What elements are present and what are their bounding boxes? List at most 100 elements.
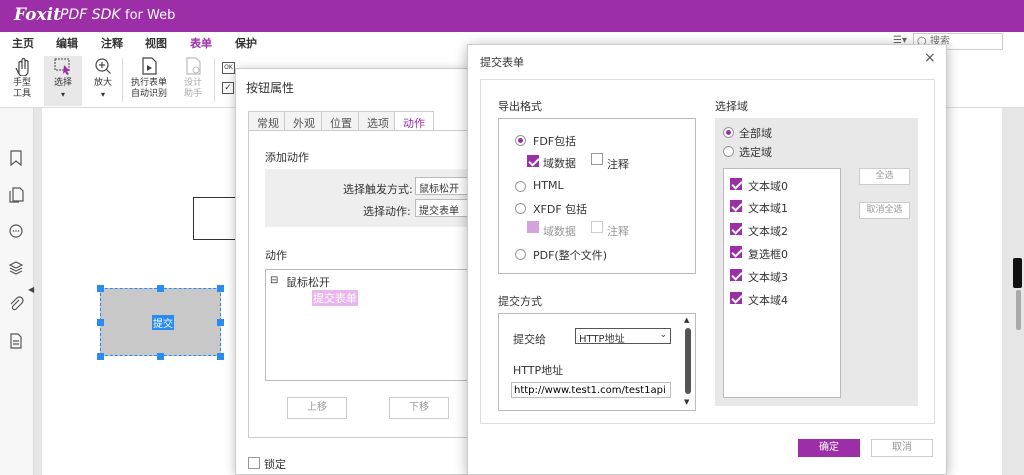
menu-home[interactable]: 主页 bbox=[12, 35, 34, 51]
run-form-recognition-button[interactable]: 执行表单 自动识别 bbox=[126, 56, 172, 106]
bookmark-icon[interactable] bbox=[8, 150, 24, 166]
scroll-down-icon[interactable]: ▼ bbox=[684, 398, 689, 406]
dialog-body: 导出格式 FDF包括 域数据 注释 HTML XFDF 包括 域数据 注释 PD… bbox=[480, 79, 935, 424]
trigger-label: 选择触发方式: bbox=[343, 183, 413, 196]
side-panel-toggle[interactable] bbox=[1013, 258, 1022, 288]
select-all-button[interactable]: 全选 bbox=[859, 168, 910, 185]
field-item-label: 文本域1 bbox=[748, 202, 788, 215]
selected-fields-label: 选定域 bbox=[739, 146, 772, 159]
zoom-in-icon bbox=[95, 58, 111, 74]
lock-checkbox[interactable] bbox=[248, 457, 260, 469]
submit-button-label: 提交 bbox=[152, 315, 174, 330]
add-action-heading: 添加动作 bbox=[265, 151, 309, 164]
design-assistant-button[interactable]: 设计 助手 bbox=[174, 56, 212, 106]
resize-handle[interactable] bbox=[97, 353, 104, 360]
submit-to-label: 提交给 bbox=[513, 333, 546, 346]
cancel-button[interactable]: 取消 bbox=[871, 439, 933, 457]
pdf-radio[interactable] bbox=[515, 249, 526, 260]
menu-annotate[interactable]: 注释 bbox=[101, 35, 123, 51]
select-fields-group: 全部域 选定域 文本域0 文本域1 文本域2 复选框0 文本域3 文本域4 全选… bbox=[715, 118, 918, 406]
collapse-icon[interactable]: ⊟ bbox=[270, 275, 278, 286]
resize-handle[interactable] bbox=[157, 285, 164, 292]
resize-handle[interactable] bbox=[217, 353, 224, 360]
action-label: 选择动作: bbox=[363, 205, 411, 218]
document-icon[interactable] bbox=[8, 333, 24, 349]
http-address-label: HTTP地址 bbox=[513, 364, 564, 377]
actions-heading: 动作 bbox=[265, 249, 287, 262]
tree-node-trigger[interactable]: 鼠标松开 bbox=[286, 274, 330, 290]
ok-button[interactable]: 确定 bbox=[798, 439, 860, 457]
fdf-label: FDF包括 bbox=[533, 135, 577, 148]
field-item-label: 文本域2 bbox=[748, 225, 788, 238]
comment-icon[interactable] bbox=[8, 223, 24, 239]
resize-handle[interactable] bbox=[97, 319, 104, 326]
xfdf-radio[interactable] bbox=[515, 203, 526, 214]
fdf-radio[interactable] bbox=[515, 135, 526, 146]
resize-handle[interactable] bbox=[217, 319, 224, 326]
checkbox-tool-icon[interactable]: ✓ bbox=[222, 82, 234, 94]
submit-to-select[interactable]: HTTP地址 ⌄ bbox=[575, 328, 671, 345]
hand-tool-button[interactable]: 手型 工具 bbox=[3, 56, 41, 106]
selected-fields-radio[interactable] bbox=[723, 146, 734, 157]
submit-button-field[interactable]: 提交 bbox=[100, 288, 221, 356]
tab-general[interactable]: 常规 bbox=[248, 111, 288, 131]
field-checkbox[interactable] bbox=[730, 178, 742, 190]
submit-method-heading: 提交方式 bbox=[498, 295, 542, 308]
resize-handle[interactable] bbox=[217, 285, 224, 292]
close-icon[interactable]: × bbox=[924, 50, 936, 66]
form-field-outline[interactable] bbox=[193, 197, 238, 240]
xfdf-comments-label: 注释 bbox=[607, 225, 629, 238]
all-fields-radio[interactable] bbox=[723, 127, 734, 138]
submit-form-dialog: 提交表单 × 导出格式 FDF包括 域数据 注释 HTML XFDF 包括 域数… bbox=[467, 44, 947, 475]
attachment-icon[interactable] bbox=[8, 296, 24, 312]
tab-options[interactable]: 选项 bbox=[358, 111, 398, 131]
tab-position[interactable]: 位置 bbox=[321, 111, 361, 131]
deselect-all-button[interactable]: 取消全选 bbox=[859, 202, 910, 219]
ok-button-tool-icon[interactable]: OK bbox=[222, 62, 235, 74]
field-item-label: 复选框0 bbox=[748, 248, 788, 261]
layers-icon[interactable] bbox=[8, 260, 24, 276]
toolbar-divider bbox=[214, 58, 215, 102]
menu-view[interactable]: 视图 bbox=[145, 35, 167, 51]
scroll-thumb[interactable] bbox=[685, 328, 691, 394]
fdf-comments-label: 注释 bbox=[607, 158, 629, 171]
field-item-label: 文本域0 bbox=[748, 180, 788, 193]
tab-appearance[interactable]: 外观 bbox=[284, 111, 324, 131]
select-tool-button[interactable]: 选择 ▾ bbox=[44, 56, 82, 106]
field-checkbox[interactable] bbox=[730, 200, 742, 212]
xfdf-label: XFDF 包括 bbox=[533, 203, 588, 216]
scroll-up-icon[interactable]: ▲ bbox=[684, 316, 689, 324]
move-down-button[interactable]: 下移 bbox=[389, 397, 449, 419]
field-checkbox[interactable] bbox=[730, 223, 742, 235]
move-up-button[interactable]: 上移 bbox=[287, 397, 347, 419]
page-scrollbar[interactable] bbox=[1016, 290, 1021, 330]
fdf-comments-checkbox[interactable] bbox=[591, 153, 603, 165]
submit-method-scrollbar[interactable]: ▲ ▼ bbox=[683, 316, 693, 408]
menu-protect[interactable]: 保护 bbox=[235, 35, 257, 51]
menu-edit[interactable]: 编辑 bbox=[56, 35, 78, 51]
xfdf-comments-checkbox[interactable] bbox=[591, 221, 603, 233]
pages-icon[interactable] bbox=[8, 187, 24, 203]
tree-node-action[interactable]: 提交表单 bbox=[312, 290, 358, 306]
fdf-field-data-checkbox[interactable] bbox=[527, 155, 539, 167]
zoom-tool-button[interactable]: 放大 ▾ bbox=[84, 56, 122, 106]
fdf-field-data-label: 域数据 bbox=[543, 157, 576, 170]
tab-actions[interactable]: 动作 bbox=[394, 111, 434, 131]
dialog-title: 提交表单 bbox=[480, 56, 524, 69]
field-item-label: 文本域4 bbox=[748, 294, 788, 307]
pdf-label: PDF(整个文件) bbox=[533, 249, 608, 262]
field-checkbox[interactable] bbox=[730, 269, 742, 281]
html-radio[interactable] bbox=[515, 181, 526, 192]
collapse-sidebar-icon[interactable]: ◀ bbox=[28, 285, 34, 294]
chevron-down-icon: ⌄ bbox=[659, 330, 667, 340]
field-checkbox[interactable] bbox=[730, 246, 742, 258]
html-label: HTML bbox=[533, 179, 564, 192]
resize-handle[interactable] bbox=[97, 285, 104, 292]
field-list: 文本域0 文本域1 文本域2 复选框0 文本域3 文本域4 bbox=[723, 168, 841, 398]
dialog-title: 按钮属性 bbox=[246, 81, 295, 95]
resize-handle[interactable] bbox=[157, 353, 164, 360]
xfdf-field-data-checkbox[interactable] bbox=[527, 221, 539, 233]
field-checkbox[interactable] bbox=[730, 292, 742, 304]
http-address-input[interactable] bbox=[511, 382, 671, 398]
design-icon bbox=[186, 57, 201, 75]
